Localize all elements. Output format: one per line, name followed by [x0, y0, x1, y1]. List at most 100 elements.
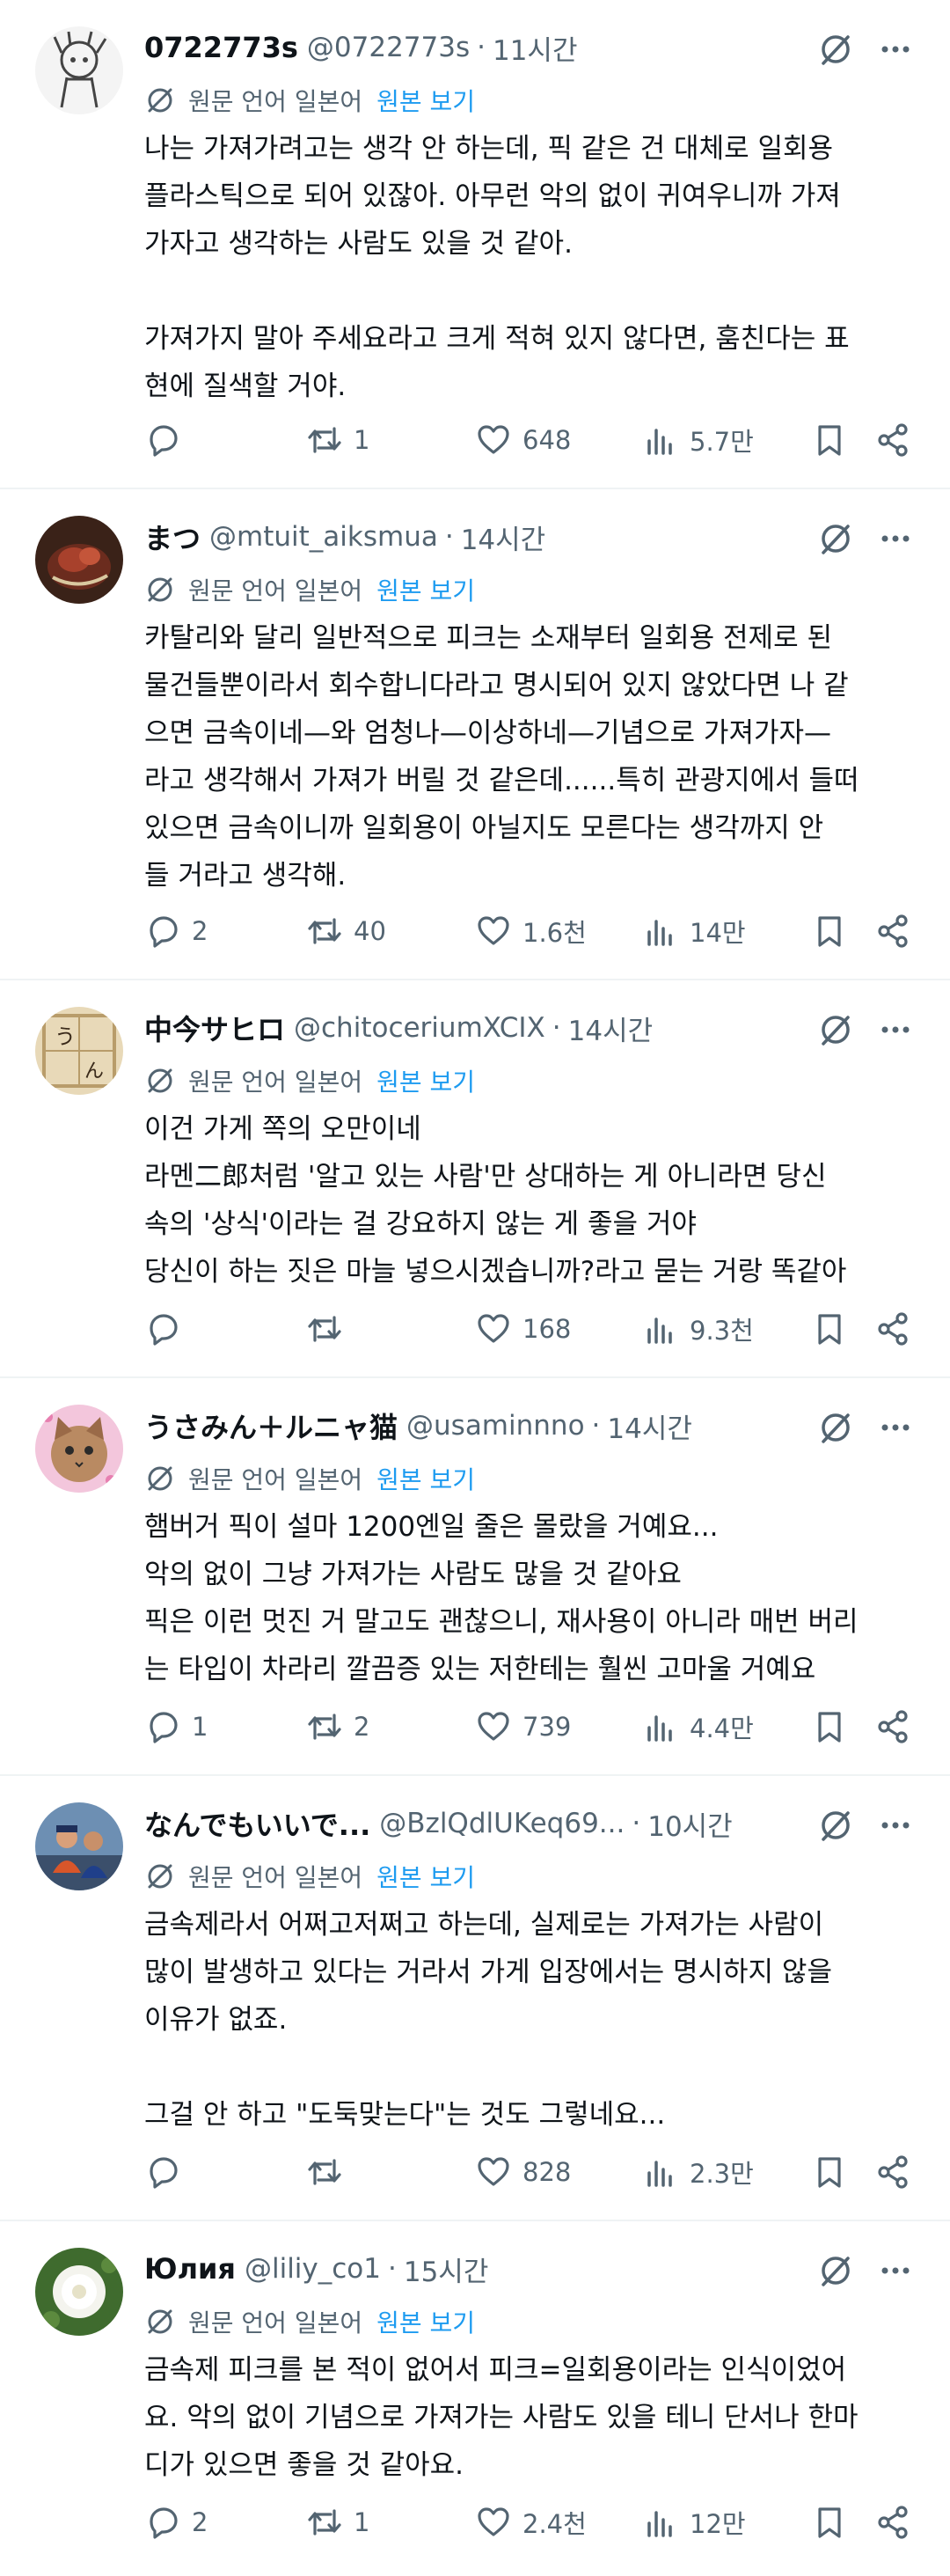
- retweet-button[interactable]: 1: [306, 2504, 369, 2541]
- share-icon: [878, 2506, 908, 2539]
- tweet[interactable]: うん 中今サヒロ @chitoceriumXCIX · 14시간 원문 언어 일…: [0, 980, 950, 1378]
- grok-icon[interactable]: [816, 2251, 855, 2290]
- show-original-link[interactable]: 원본 보기: [376, 1063, 475, 1098]
- like-button[interactable]: 2.4천: [475, 2504, 587, 2541]
- display-name[interactable]: うさみん＋ルニャ猫: [144, 1405, 398, 1446]
- reply-button[interactable]: 2: [144, 913, 208, 950]
- avatar[interactable]: [35, 1405, 123, 1493]
- user-handle[interactable]: @chitoceriumXCIX: [294, 1012, 545, 1044]
- grok-icon[interactable]: [816, 519, 855, 558]
- retweet-icon: [308, 2509, 341, 2536]
- avatar[interactable]: [35, 1802, 123, 1890]
- show-original-link[interactable]: 원본 보기: [376, 1859, 475, 1894]
- tweet[interactable]: 0722773s @0722773s · 11시간 원문 언어 일본어 원본 보…: [0, 0, 950, 489]
- bookmark-button[interactable]: [811, 2154, 848, 2191]
- bookmark-icon: [818, 2507, 841, 2538]
- avatar[interactable]: うん: [35, 1007, 123, 1095]
- reply-button[interactable]: [144, 2154, 192, 2191]
- more-options-icon[interactable]: [876, 1408, 915, 1447]
- like-button[interactable]: 648: [475, 422, 571, 459]
- avatar[interactable]: [35, 2248, 123, 2336]
- translate-icon: [148, 2309, 172, 2334]
- tweet[interactable]: まつ @mtuit_aiksmua · 14시간 원문 언어 일본어 원본 보기…: [0, 489, 950, 980]
- display-name[interactable]: なんでもいいで...: [144, 1803, 370, 1844]
- reply-button[interactable]: 1: [144, 1708, 208, 1745]
- bookmark-button[interactable]: [811, 913, 848, 950]
- display-name[interactable]: まつ: [144, 517, 201, 557]
- view-count: 4.4만: [690, 1714, 754, 1743]
- user-handle[interactable]: @usaminnno: [406, 1410, 585, 1442]
- like-button[interactable]: 168: [475, 1310, 571, 1347]
- views-button[interactable]: 9.3천: [642, 1310, 754, 1347]
- views-button[interactable]: 4.4만: [642, 1708, 754, 1745]
- more-options-icon[interactable]: [876, 519, 915, 558]
- show-original-link[interactable]: 원본 보기: [376, 83, 475, 118]
- translation-notice: 원문 언어 일본어 원본 보기: [144, 1857, 475, 1896]
- user-handle[interactable]: @liliy_co1: [245, 2253, 381, 2285]
- more-options-icon[interactable]: [876, 2251, 915, 2290]
- share-button[interactable]: [874, 1708, 911, 1745]
- analytics-icon: [647, 1317, 672, 1344]
- views-button[interactable]: 2.3만: [642, 2154, 754, 2191]
- bookmark-button[interactable]: [811, 1310, 848, 1347]
- display-name[interactable]: Юлия: [144, 2252, 236, 2286]
- show-original-link[interactable]: 원본 보기: [376, 1461, 475, 1496]
- share-button[interactable]: [874, 2504, 911, 2541]
- like-button[interactable]: 828: [475, 2154, 571, 2191]
- retweet-button[interactable]: 40: [306, 913, 386, 950]
- timestamp[interactable]: 11시간: [493, 28, 578, 68]
- more-options-icon[interactable]: [876, 1806, 915, 1845]
- more-options-icon[interactable]: [876, 30, 915, 69]
- bookmark-button[interactable]: [811, 1708, 848, 1745]
- grok-icon[interactable]: [816, 1408, 855, 1447]
- retweet-button[interactable]: [306, 1310, 354, 1347]
- more-options-icon[interactable]: [876, 1010, 915, 1049]
- views-button[interactable]: 12만: [642, 2504, 746, 2541]
- share-button[interactable]: [874, 2154, 911, 2191]
- show-original-link[interactable]: 원본 보기: [376, 2304, 475, 2339]
- separator-dot: ·: [477, 32, 486, 63]
- tweet[interactable]: なんでもいいで... @BzlQdlUKeq69... · 10시간 원문 언어…: [0, 1776, 950, 2221]
- retweet-button[interactable]: [306, 2154, 354, 2191]
- tweet-header: 0722773s @0722773s · 11시간: [144, 25, 818, 70]
- timestamp[interactable]: 15시간: [404, 2249, 489, 2289]
- like-count: 168: [522, 1314, 572, 1344]
- share-button[interactable]: [874, 913, 911, 950]
- bookmark-icon: [818, 1712, 841, 1743]
- reply-button[interactable]: [144, 422, 192, 459]
- show-original-link[interactable]: 원본 보기: [376, 572, 475, 607]
- reply-icon: [150, 425, 178, 457]
- retweet-button[interactable]: 1: [306, 422, 369, 459]
- bookmark-button[interactable]: [811, 422, 848, 459]
- tweet[interactable]: うさみん＋ルニャ猫 @usaminnno · 14시간 원문 언어 일본어 원본…: [0, 1378, 950, 1776]
- user-handle[interactable]: @0722773s: [307, 32, 470, 63]
- display-name[interactable]: 0722773s: [144, 31, 298, 64]
- reply-button[interactable]: 2: [144, 2504, 208, 2541]
- avatar[interactable]: [35, 26, 123, 114]
- grok-icon[interactable]: [816, 1010, 855, 1049]
- timestamp[interactable]: 14시간: [461, 517, 546, 557]
- timestamp[interactable]: 14시간: [568, 1009, 654, 1048]
- like-button[interactable]: 1.6천: [475, 913, 587, 950]
- analytics-icon: [647, 2161, 672, 2187]
- user-handle[interactable]: @mtuit_aiksmua: [209, 521, 438, 553]
- views-button[interactable]: 5.7만: [642, 422, 754, 459]
- like-count: 648: [522, 425, 572, 455]
- share-button[interactable]: [874, 422, 911, 459]
- like-button[interactable]: 739: [475, 1708, 571, 1745]
- timestamp[interactable]: 14시간: [607, 1406, 692, 1446]
- grok-icon[interactable]: [816, 30, 855, 69]
- user-handle[interactable]: @BzlQdlUKeq69...: [379, 1808, 625, 1839]
- grok-icon[interactable]: [816, 1806, 855, 1845]
- share-button[interactable]: [874, 1310, 911, 1347]
- bookmark-button[interactable]: [811, 2504, 848, 2541]
- tweet[interactable]: Юлия @liliy_co1 · 15시간 원문 언어 일본어 원본 보기 금…: [0, 2221, 950, 2576]
- retweet-icon: [308, 918, 341, 944]
- display-name[interactable]: 中今サヒロ: [144, 1008, 285, 1048]
- avatar[interactable]: [35, 516, 123, 604]
- reply-button[interactable]: [144, 1310, 192, 1347]
- reply-icon: [150, 2507, 178, 2539]
- views-button[interactable]: 14만: [642, 913, 746, 950]
- retweet-button[interactable]: 2: [306, 1708, 369, 1745]
- timestamp[interactable]: 10시간: [647, 1804, 733, 1844]
